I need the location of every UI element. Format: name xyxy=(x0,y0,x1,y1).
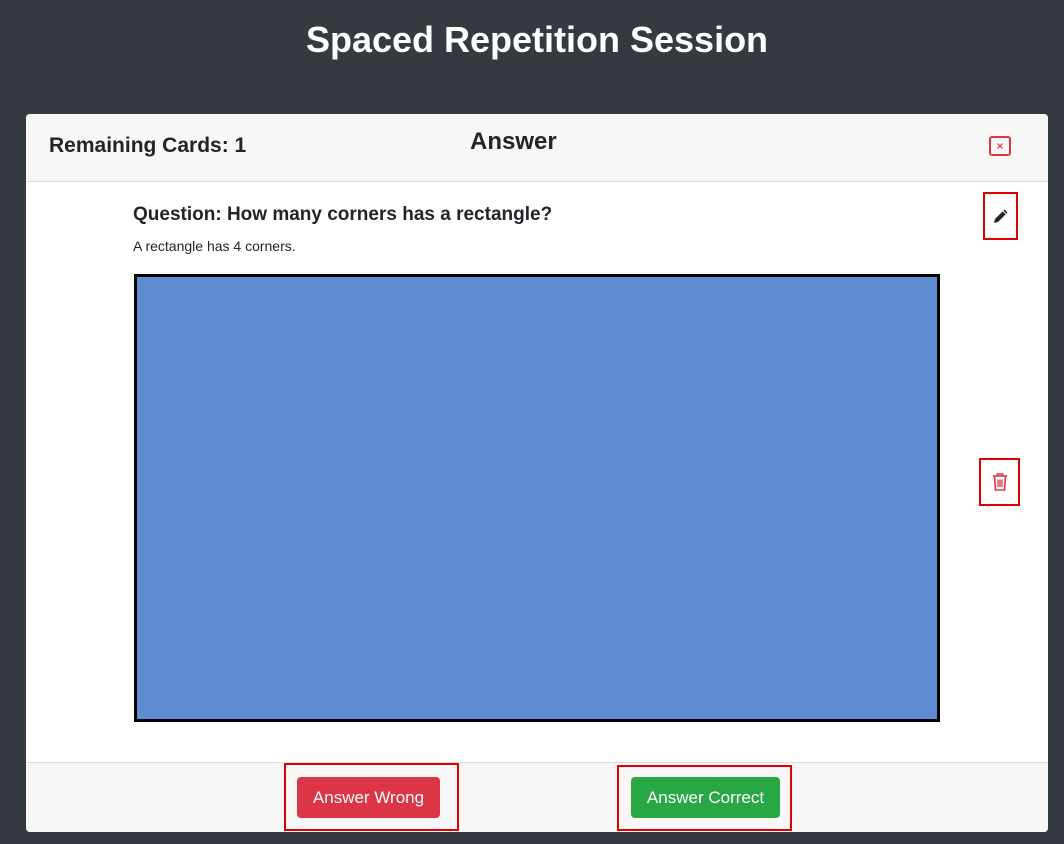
flashcard-panel: Remaining Cards: 1 Answer Question: How … xyxy=(26,114,1048,832)
remaining-cards-count: Remaining Cards: 1 xyxy=(49,134,247,157)
answer-correct-button[interactable]: Answer Correct xyxy=(631,777,780,818)
trash-icon xyxy=(992,473,1007,491)
pencil-icon xyxy=(993,209,1007,223)
card-footer: Answer Wrong Answer Correct xyxy=(26,762,1048,832)
edit-button[interactable] xyxy=(983,192,1018,240)
page-title: Spaced Repetition Session xyxy=(305,19,769,60)
card-header: Remaining Cards: 1 Answer xyxy=(26,114,1048,182)
answer-heading: Answer xyxy=(470,128,557,155)
card-image-rectangle xyxy=(134,274,940,722)
answer-text: A rectangle has 4 corners. xyxy=(133,238,296,254)
close-button[interactable] xyxy=(989,136,1011,156)
question-text: Question: How many corners has a rectang… xyxy=(133,204,553,225)
close-icon xyxy=(997,143,1003,149)
delete-button[interactable] xyxy=(979,458,1020,506)
answer-wrong-button[interactable]: Answer Wrong xyxy=(297,777,440,818)
